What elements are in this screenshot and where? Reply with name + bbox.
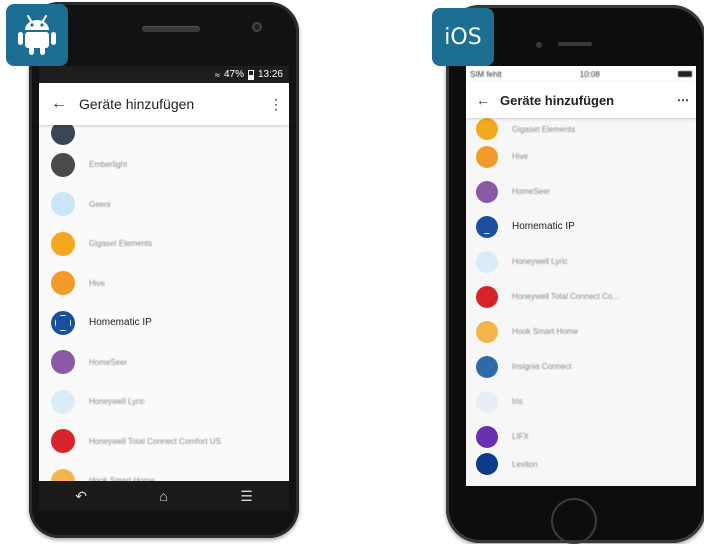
device-name: Honeywell Lyric xyxy=(89,397,145,407)
device-name: Homematic IP xyxy=(512,221,575,232)
device-list-item[interactable]: Honeywell Lyric xyxy=(466,244,696,279)
wifi-icon: ≈ xyxy=(215,69,220,80)
home-button[interactable] xyxy=(551,498,597,544)
device-list-item[interactable]: Hook Smart Home xyxy=(466,314,696,349)
device-logo-icon xyxy=(476,453,498,475)
page-title: Geräte hinzufügen xyxy=(79,96,195,112)
device-name: HomeSeer xyxy=(89,357,128,367)
device-logo-icon xyxy=(476,145,498,168)
device-logo-icon xyxy=(51,310,75,335)
nav-home-icon[interactable]: ⌂ xyxy=(159,488,167,504)
more-vert-icon[interactable]: ⋮ xyxy=(263,96,289,113)
device-logo-icon xyxy=(51,192,75,217)
device-name: Hook Smart Home xyxy=(512,327,578,336)
device-logo-icon xyxy=(476,118,498,140)
device-name: Honeywell Lyric xyxy=(512,257,568,266)
ios-badge: iOS xyxy=(432,8,494,66)
device-name: Honeywell Total Connect Co... xyxy=(512,292,620,301)
device-logo-icon xyxy=(476,355,498,378)
device-list-item[interactable]: LIFX xyxy=(466,419,696,454)
device-name: Iris xyxy=(512,397,523,406)
device-logo-icon xyxy=(51,389,75,414)
navigation-bar: ↶ ⌂ ☰ xyxy=(39,481,289,511)
device-name: Gigaset Elements xyxy=(512,124,576,134)
nav-menu-icon[interactable]: ☰ xyxy=(240,488,253,505)
app-bar: ← Geräte hinzufügen ⋯ xyxy=(466,82,696,118)
device-name: Gigaset Elements xyxy=(89,239,153,249)
device-list-item[interactable]: Honeywell Total Connect Co... xyxy=(466,279,696,314)
status-bar: SIM fehlt 10:08 xyxy=(466,66,696,82)
device-logo-icon xyxy=(476,320,498,343)
device-list-item[interactable]: Gigaset Elements xyxy=(466,118,696,140)
device-logo-icon xyxy=(476,215,498,238)
device-name: Insignia Connect xyxy=(512,362,572,371)
more-horiz-icon[interactable]: ⋯ xyxy=(670,93,696,107)
device-list-item[interactable]: Hive xyxy=(39,264,289,304)
device-list-item[interactable]: Hive xyxy=(466,139,696,174)
android-screen: ≈ 47% 13:26 ← Geräte hinzufügen ⋮ Emberl… xyxy=(39,66,289,481)
device-logo-icon xyxy=(51,468,75,481)
carrier-label: SIM fehlt xyxy=(470,69,502,79)
status-time: 10:08 xyxy=(579,69,600,79)
android-robot-icon xyxy=(18,15,56,55)
nav-back-icon[interactable]: ↶ xyxy=(75,488,87,505)
battery-icon xyxy=(247,69,254,80)
device-list-item[interactable]: Iris xyxy=(466,384,696,419)
device-list-item[interactable]: Homematic IP xyxy=(466,209,696,244)
device-logo-icon xyxy=(51,350,75,375)
device-logo-icon xyxy=(476,250,498,273)
device-logo-icon xyxy=(476,425,498,448)
device-logo-icon xyxy=(51,429,75,454)
ios-screen: SIM fehlt 10:08 ← Geräte hinzufügen ⋯ Gi… xyxy=(466,66,696,486)
device-list: Emberlight Geeni Gigaset Elements Hive Homem… xyxy=(39,121,289,481)
app-bar: ← Geräte hinzufügen ⋮ xyxy=(39,83,289,125)
device-list-item[interactable]: Honeywell Total Connect Comfort US xyxy=(39,422,289,462)
device-list-item[interactable]: Homematic IP xyxy=(39,303,289,343)
device-logo-icon xyxy=(51,231,75,256)
battery-icon xyxy=(677,71,692,77)
device-list-item[interactable]: Emberlight xyxy=(39,145,289,185)
device-name: Homematic IP xyxy=(89,317,152,329)
arrow-left-icon[interactable]: ← xyxy=(466,92,500,108)
device-name: Geeni xyxy=(89,199,111,209)
page-title: Geräte hinzufügen xyxy=(500,92,615,108)
device-list: Gigaset Elements Hive HomeSeer Homematic IP… xyxy=(466,118,696,475)
device-list-item[interactable]: Hook Smart Home xyxy=(39,461,289,481)
speaker-grille xyxy=(142,26,200,32)
device-list-item[interactable]: HomeSeer xyxy=(466,174,696,209)
device-name: Hive xyxy=(512,152,529,161)
arrow-left-icon[interactable]: ← xyxy=(39,95,79,113)
device-name: Leviton xyxy=(512,459,538,469)
device-list-item[interactable]: Leviton xyxy=(466,453,696,475)
device-logo-icon xyxy=(51,152,75,177)
device-name: LIFX xyxy=(512,432,529,441)
device-list-item[interactable] xyxy=(39,121,289,145)
device-list-item[interactable]: Honeywell Lyric xyxy=(39,382,289,422)
device-name: Emberlight xyxy=(89,160,128,170)
device-list-item[interactable]: Insignia Connect xyxy=(466,349,696,384)
battery-percent: 47% xyxy=(223,69,244,80)
iphone: SIM fehlt 10:08 ← Geräte hinzufügen ⋯ Gi… xyxy=(446,5,704,544)
device-name: HomeSeer xyxy=(512,187,551,196)
device-list-item[interactable]: HomeSeer xyxy=(39,343,289,383)
status-time: 13:26 xyxy=(257,69,283,80)
ios-badge-label: iOS xyxy=(444,24,482,50)
android-phone: ≈ 47% 13:26 ← Geräte hinzufügen ⋮ Emberl… xyxy=(29,2,299,538)
device-logo-icon xyxy=(476,285,498,308)
device-name: Hive xyxy=(89,278,106,288)
android-badge xyxy=(6,4,68,66)
device-logo-icon xyxy=(51,271,75,296)
device-logo-icon xyxy=(476,180,498,203)
device-logo-icon xyxy=(476,390,498,413)
device-list-item[interactable]: Gigaset Elements xyxy=(39,224,289,264)
device-list-item[interactable]: Geeni xyxy=(39,185,289,225)
status-bar: ≈ 47% 13:26 xyxy=(39,66,289,83)
front-camera xyxy=(536,42,542,48)
front-camera xyxy=(252,22,262,32)
speaker-grille xyxy=(558,42,592,46)
device-name: Honeywell Total Connect Comfort US xyxy=(89,436,221,446)
